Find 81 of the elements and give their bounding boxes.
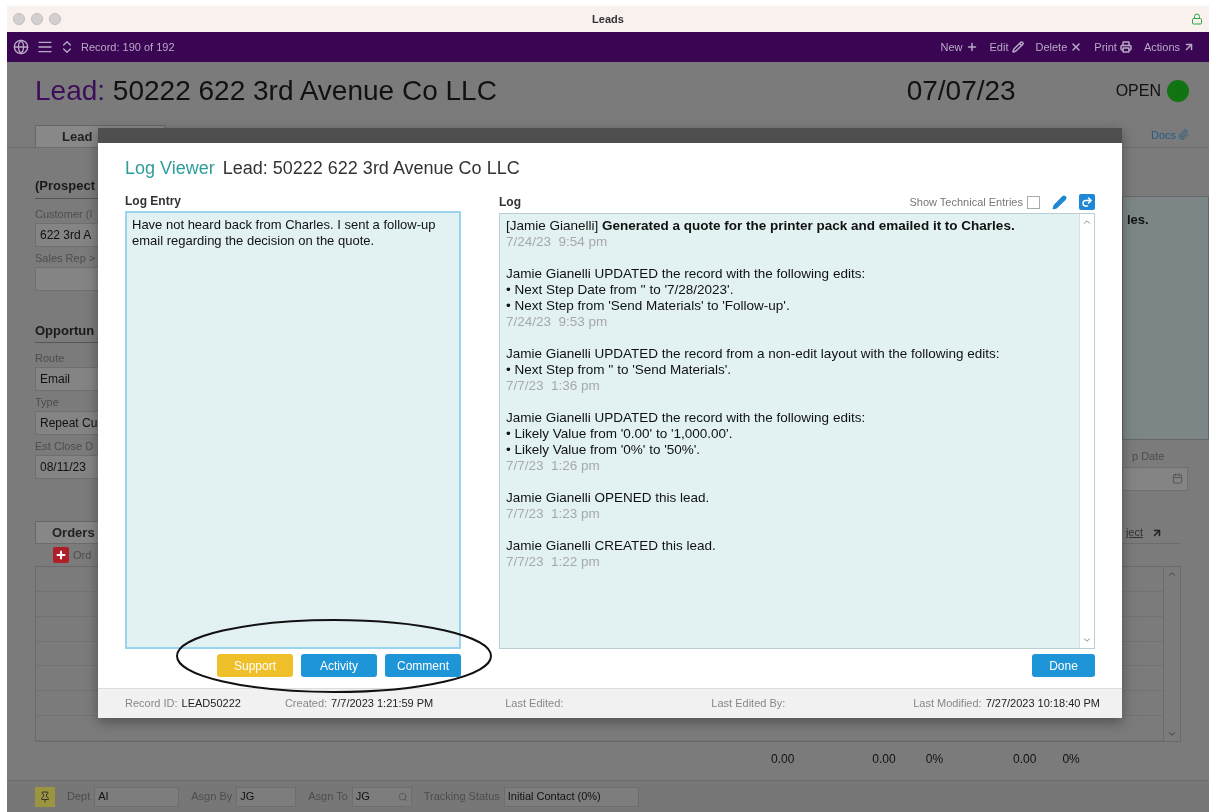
record-title: Lead: 50222 622 3rd Avenue Co LLC [35, 74, 497, 108]
total-value: 0.00 [872, 751, 896, 768]
footer-label: Last Edited By: [711, 696, 786, 712]
record-date: 07/07/23 [906, 74, 1016, 108]
log-time: 7/7/23 1:36 pm [506, 378, 601, 394]
dialog-subtitle: Lead: 50222 622 3rd Avenue Co LLC [222, 157, 520, 180]
toolbar-button[interactable]: Edit [989, 38, 1024, 56]
action-button[interactable]: Activity [301, 654, 377, 677]
calendar-icon [1172, 473, 1183, 484]
scroll-down-icon[interactable] [1082, 635, 1092, 645]
printer-icon [1119, 41, 1132, 53]
action-button[interactable]: Comment [385, 654, 461, 677]
log-text: Jamie Gianelli UPDATED the record with the following edits: [506, 410, 867, 426]
notes-text: les. [1127, 212, 1149, 227]
curved-arrow-icon [1081, 196, 1093, 208]
pin-button[interactable] [35, 786, 55, 807]
footer-value: 7/7/2023 1:21:59 PM [331, 696, 434, 712]
log-text: • Next Step from 'Send Materials' to 'Follow-up'. [506, 298, 791, 314]
dialog-title: Log Viewer [125, 157, 215, 180]
date-field[interactable] [1122, 466, 1188, 491]
lock-icon [1191, 13, 1203, 25]
menu-icon[interactable] [37, 39, 53, 55]
total-value: 0% [925, 751, 944, 768]
status-label: OPEN [1115, 81, 1161, 101]
scroll-down-icon[interactable] [1167, 729, 1177, 739]
log-text: Jamie Gianelli OPENED this lead. [506, 490, 711, 506]
share-button[interactable] [1079, 194, 1095, 210]
scroll-up-icon[interactable] [1082, 217, 1092, 227]
scroll-up-icon[interactable] [1167, 569, 1177, 579]
footer-label: Last Edited: [505, 696, 564, 712]
log-text: • Next Step from '' to 'Send Materials'. [506, 362, 733, 378]
done-button[interactable]: Done [1032, 654, 1095, 677]
footer-value: 7/27/2023 10:18:40 PM [985, 696, 1100, 712]
plus-icon [965, 41, 978, 53]
footer-label: Last Modified: [913, 696, 982, 712]
pencil-icon[interactable] [1052, 194, 1067, 210]
record-counter: Record: 190 of 192 [81, 39, 175, 55]
text-field[interactable]: Initial Contact (0%) [503, 786, 639, 807]
toolbar-button[interactable]: Actions [1143, 38, 1195, 56]
log-time: 7/24/23 9:54 pm [506, 234, 609, 250]
close-icon [1070, 41, 1083, 53]
footer-label: Record ID: [125, 696, 178, 712]
add-order-icon[interactable] [53, 547, 69, 563]
footer-value: LEAD50222 [181, 696, 241, 712]
log-time: 7/24/23 9:53 pm [506, 314, 609, 330]
log-time: 7/7/23 1:22 pm [506, 554, 601, 570]
toolbar-button[interactable]: New [940, 38, 978, 56]
pin-icon [39, 790, 51, 803]
technical-entries-label: Show Technical Entries [909, 194, 1023, 210]
arrow-icon [1183, 41, 1195, 53]
log-text: Jamie Gianelli CREATED this lead. [506, 538, 717, 554]
pencil-icon [1011, 41, 1024, 53]
window-control[interactable] [13, 13, 25, 25]
text-field[interactable]: JG [236, 786, 297, 807]
toolbar-button[interactable]: Delete [1035, 38, 1083, 56]
log-text: [Jamie Gianelli] Generated a quote for the printer pack and emailed it to Charles. [506, 218, 1016, 234]
text-field[interactable]: JG [351, 786, 412, 807]
log-text: • Likely Value from '0%' to '50%'. [506, 442, 702, 458]
footer-label: Created: [284, 696, 328, 712]
log-time: 7/7/23 1:23 pm [506, 506, 601, 522]
log-label: Log [499, 194, 521, 211]
toolbar-button[interactable]: Print [1094, 38, 1132, 56]
total-value: 0% [1062, 751, 1080, 768]
technical-entries-checkbox[interactable] [1027, 195, 1040, 209]
window-title: Leads [592, 11, 624, 27]
log-text: Jamie Gianelli UPDATED the record from a non-edit layout with the following edits: [506, 346, 1001, 362]
window-control[interactable] [49, 13, 61, 25]
log-entry-label: Log Entry [125, 193, 182, 210]
text-field[interactable]: AI [94, 786, 180, 807]
window-control[interactable] [31, 13, 43, 25]
log-entry-field[interactable]: Have not heard back from Charles. I sent a follow-up email regarding the decision on the quote. [125, 211, 461, 649]
arrow-icon[interactable] [1151, 527, 1163, 539]
total-value: 0.00 [771, 751, 795, 768]
log-text: • Likely Value from '0.00' to '1,000.00'. [506, 426, 734, 442]
project-link[interactable]: ject [1125, 523, 1143, 540]
total-value: 0.00 [1013, 751, 1037, 768]
log-time: 7/7/23 1:26 pm [506, 458, 601, 474]
log-text: Jamie Gianelli UPDATED the record with the following edits: [506, 266, 867, 282]
paperclip-icon [1178, 129, 1189, 141]
log-text: • Next Step Date from '' to '7/28/2023'. [506, 282, 735, 298]
globe-icon[interactable] [13, 39, 29, 55]
